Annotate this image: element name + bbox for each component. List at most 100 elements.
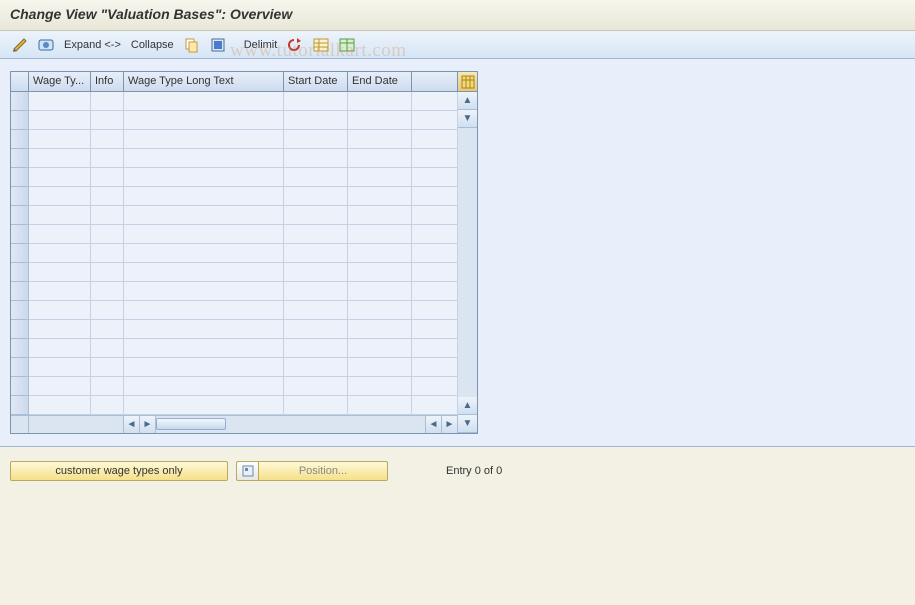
cell-end-date[interactable]: [348, 301, 412, 320]
cell-long-text[interactable]: [124, 377, 284, 396]
cell-info[interactable]: [91, 206, 124, 225]
cell-wage-type[interactable]: [29, 263, 91, 282]
cell-end-date[interactable]: [348, 396, 412, 415]
table-settings-icon[interactable]: [309, 35, 333, 55]
scroll-left-icon[interactable]: ◄: [124, 416, 140, 433]
print-icon[interactable]: [335, 35, 359, 55]
row-selector[interactable]: [11, 358, 29, 377]
row-selector[interactable]: [11, 244, 29, 263]
cell-wage-type[interactable]: [29, 149, 91, 168]
cell-start-date[interactable]: [284, 92, 348, 111]
cell-start-date[interactable]: [284, 225, 348, 244]
cell-long-text[interactable]: [124, 263, 284, 282]
cell-long-text[interactable]: [124, 320, 284, 339]
cell-long-text[interactable]: [124, 396, 284, 415]
cell-wage-type[interactable]: [29, 377, 91, 396]
cell-start-date[interactable]: [284, 111, 348, 130]
col-wage-type[interactable]: Wage Ty...: [29, 72, 91, 92]
cell-info[interactable]: [91, 377, 124, 396]
cell-end-date[interactable]: [348, 92, 412, 111]
cell-start-date[interactable]: [284, 187, 348, 206]
cell-info[interactable]: [91, 320, 124, 339]
cell-start-date[interactable]: [284, 396, 348, 415]
position-icon[interactable]: [236, 461, 258, 481]
row-selector[interactable]: [11, 130, 29, 149]
cell-long-text[interactable]: [124, 111, 284, 130]
select-all-icon[interactable]: [206, 35, 230, 55]
row-selector[interactable]: [11, 339, 29, 358]
cell-long-text[interactable]: [124, 301, 284, 320]
cell-info[interactable]: [91, 358, 124, 377]
cell-start-date[interactable]: [284, 339, 348, 358]
cell-wage-type[interactable]: [29, 396, 91, 415]
cell-end-date[interactable]: [348, 339, 412, 358]
configure-columns-icon[interactable]: [458, 72, 477, 92]
scroll-left-end-icon[interactable]: ◄: [426, 416, 442, 433]
hscroll-track[interactable]: [156, 416, 426, 433]
scroll-down-bottom-icon[interactable]: ▼: [458, 415, 477, 433]
col-info[interactable]: Info: [91, 72, 124, 92]
row-selector[interactable]: [11, 377, 29, 396]
cell-end-date[interactable]: [348, 282, 412, 301]
cell-end-date[interactable]: [348, 206, 412, 225]
cell-end-date[interactable]: [348, 111, 412, 130]
cell-wage-type[interactable]: [29, 225, 91, 244]
cell-start-date[interactable]: [284, 206, 348, 225]
scroll-up-bottom-icon[interactable]: ▲: [458, 397, 477, 415]
cell-wage-type[interactable]: [29, 301, 91, 320]
row-selector[interactable]: [11, 225, 29, 244]
row-selector[interactable]: [11, 187, 29, 206]
scroll-up-icon[interactable]: ▲: [458, 92, 477, 110]
col-end-date[interactable]: End Date: [348, 72, 412, 92]
row-selector[interactable]: [11, 92, 29, 111]
cell-long-text[interactable]: [124, 168, 284, 187]
cell-end-date[interactable]: [348, 225, 412, 244]
cell-info[interactable]: [91, 282, 124, 301]
row-selector[interactable]: [11, 149, 29, 168]
cell-long-text[interactable]: [124, 225, 284, 244]
undo-icon[interactable]: [283, 35, 307, 55]
cell-info[interactable]: [91, 263, 124, 282]
cell-info[interactable]: [91, 244, 124, 263]
cell-wage-type[interactable]: [29, 111, 91, 130]
col-start-date[interactable]: Start Date: [284, 72, 348, 92]
cell-info[interactable]: [91, 92, 124, 111]
cell-wage-type[interactable]: [29, 187, 91, 206]
cell-start-date[interactable]: [284, 301, 348, 320]
row-selector[interactable]: [11, 168, 29, 187]
row-selector[interactable]: [11, 263, 29, 282]
row-selector[interactable]: [11, 320, 29, 339]
row-selector[interactable]: [11, 301, 29, 320]
cell-wage-type[interactable]: [29, 206, 91, 225]
cell-end-date[interactable]: [348, 358, 412, 377]
cell-wage-type[interactable]: [29, 92, 91, 111]
cell-long-text[interactable]: [124, 92, 284, 111]
cell-info[interactable]: [91, 187, 124, 206]
scroll-right-icon[interactable]: ►: [140, 416, 156, 433]
toggle-edit-icon[interactable]: [8, 35, 32, 55]
delimit-button[interactable]: Delimit: [240, 39, 282, 51]
customer-wage-types-button[interactable]: customer wage types only: [10, 461, 228, 481]
cell-long-text[interactable]: [124, 339, 284, 358]
cell-wage-type[interactable]: [29, 358, 91, 377]
scroll-down-icon[interactable]: ▼: [458, 110, 477, 128]
cell-end-date[interactable]: [348, 244, 412, 263]
cell-info[interactable]: [91, 168, 124, 187]
position-button[interactable]: Position...: [258, 461, 388, 481]
cell-start-date[interactable]: [284, 263, 348, 282]
cell-long-text[interactable]: [124, 282, 284, 301]
cell-wage-type[interactable]: [29, 339, 91, 358]
cell-start-date[interactable]: [284, 130, 348, 149]
scroll-right-end-icon[interactable]: ►: [442, 416, 458, 433]
cell-end-date[interactable]: [348, 168, 412, 187]
cell-info[interactable]: [91, 396, 124, 415]
cell-end-date[interactable]: [348, 377, 412, 396]
cell-wage-type[interactable]: [29, 244, 91, 263]
cell-end-date[interactable]: [348, 263, 412, 282]
cell-wage-type[interactable]: [29, 320, 91, 339]
row-selector[interactable]: [11, 206, 29, 225]
cell-long-text[interactable]: [124, 358, 284, 377]
cell-info[interactable]: [91, 301, 124, 320]
cell-info[interactable]: [91, 130, 124, 149]
cell-info[interactable]: [91, 339, 124, 358]
